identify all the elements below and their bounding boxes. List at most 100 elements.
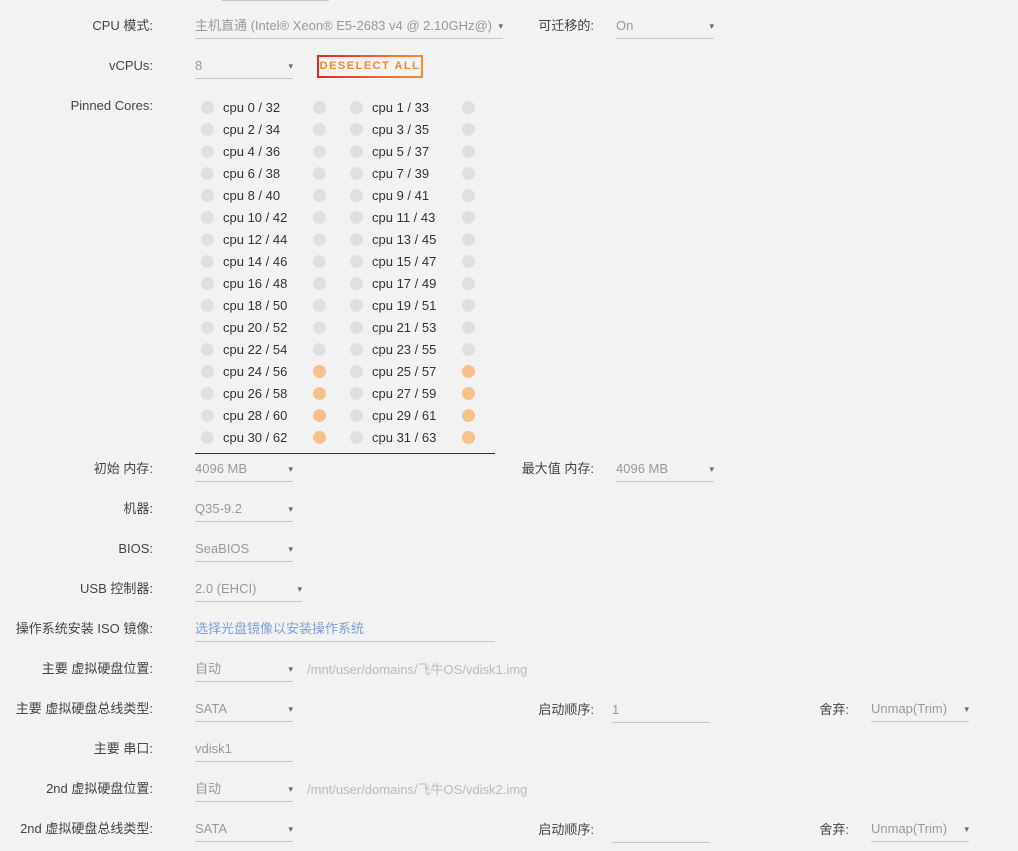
disk2-boot-input[interactable] bbox=[612, 819, 710, 843]
core-checkbox[interactable] bbox=[201, 189, 214, 202]
thread-checkbox[interactable] bbox=[462, 233, 475, 246]
thread-checkbox[interactable] bbox=[462, 431, 475, 444]
thread-checkbox[interactable] bbox=[462, 321, 475, 334]
core-label: cpu 14 / 46 bbox=[223, 254, 288, 269]
core-checkbox[interactable] bbox=[201, 365, 214, 378]
core-label: cpu 7 / 39 bbox=[372, 166, 430, 181]
core-checkbox[interactable] bbox=[350, 277, 363, 290]
disk2-location-label: 2nd 虚拟硬盘位置: bbox=[46, 781, 153, 796]
thread-checkbox[interactable] bbox=[462, 211, 475, 224]
core-checkbox[interactable] bbox=[350, 409, 363, 422]
disk2-bus-select[interactable]: SATA ▾ bbox=[195, 818, 293, 842]
cpu-mode-select[interactable]: 主机直通 (Intel® Xeon® E5-2683 v4 @ 2.10GHz@… bbox=[195, 15, 503, 39]
core-checkbox[interactable] bbox=[201, 277, 214, 290]
thread-checkbox[interactable] bbox=[462, 123, 475, 136]
core-checkbox[interactable] bbox=[201, 211, 214, 224]
disk2-discard-select[interactable]: Unmap(Trim) ▾ bbox=[871, 818, 969, 842]
init-mem-select[interactable]: 4096 MB ▾ bbox=[195, 458, 293, 482]
core-checkbox[interactable] bbox=[350, 321, 363, 334]
core-checkbox[interactable] bbox=[350, 343, 363, 356]
bios-select[interactable]: SeaBIOS ▾ bbox=[195, 538, 293, 562]
thread-checkbox[interactable] bbox=[462, 189, 475, 202]
max-mem-select[interactable]: 4096 MB ▾ bbox=[616, 458, 714, 482]
thread-checkbox[interactable] bbox=[313, 365, 326, 378]
thread-checkbox[interactable] bbox=[313, 145, 326, 158]
thread-checkbox[interactable] bbox=[462, 101, 475, 114]
deselect-all-button[interactable]: DESELECT ALL bbox=[317, 55, 423, 78]
thread-checkbox[interactable] bbox=[313, 189, 326, 202]
disk1-bus-select[interactable]: SATA ▾ bbox=[195, 698, 293, 722]
thread-checkbox[interactable] bbox=[462, 299, 475, 312]
disk2-location-select[interactable]: 自动 ▾ bbox=[195, 778, 293, 802]
thread-checkbox[interactable] bbox=[313, 387, 326, 400]
core-checkbox[interactable] bbox=[201, 233, 214, 246]
thread-checkbox[interactable] bbox=[313, 409, 326, 422]
core-checkbox[interactable] bbox=[350, 145, 363, 158]
core-checkbox[interactable] bbox=[201, 101, 214, 114]
core-checkbox[interactable] bbox=[350, 211, 363, 224]
core-label: cpu 26 / 58 bbox=[223, 386, 288, 401]
thread-checkbox[interactable] bbox=[313, 123, 326, 136]
core-label: cpu 3 / 35 bbox=[372, 122, 430, 137]
core-checkbox[interactable] bbox=[201, 299, 214, 312]
migratable-select[interactable]: On ▾ bbox=[616, 15, 714, 39]
thread-checkbox[interactable] bbox=[313, 277, 326, 290]
disk2-location-value: 自动 bbox=[195, 781, 222, 796]
thread-checkbox[interactable] bbox=[313, 321, 326, 334]
machine-select[interactable]: Q35-9.2 ▾ bbox=[195, 498, 293, 522]
core-checkbox[interactable] bbox=[201, 343, 214, 356]
core-label: cpu 27 / 59 bbox=[372, 386, 437, 401]
thread-checkbox[interactable] bbox=[462, 277, 475, 290]
core-checkbox[interactable] bbox=[350, 365, 363, 378]
core-checkbox[interactable] bbox=[350, 189, 363, 202]
thread-checkbox[interactable] bbox=[313, 343, 326, 356]
core-checkbox[interactable] bbox=[350, 233, 363, 246]
thread-checkbox[interactable] bbox=[313, 255, 326, 268]
disk1-location-label: 主要 虚拟硬盘位置: bbox=[41, 661, 153, 676]
thread-checkbox[interactable] bbox=[313, 233, 326, 246]
vcpus-select[interactable]: 8 ▾ bbox=[195, 55, 293, 79]
core-checkbox[interactable] bbox=[201, 145, 214, 158]
thread-checkbox[interactable] bbox=[313, 431, 326, 444]
thread-checkbox[interactable] bbox=[462, 365, 475, 378]
usb-select[interactable]: 2.0 (EHCI) ▾ bbox=[195, 578, 302, 602]
core-checkbox[interactable] bbox=[350, 167, 363, 180]
thread-checkbox[interactable] bbox=[313, 211, 326, 224]
core-checkbox[interactable] bbox=[350, 255, 363, 268]
disk2-discard-label: 舍弃: bbox=[819, 822, 849, 837]
thread-checkbox[interactable] bbox=[462, 255, 475, 268]
core-checkbox[interactable] bbox=[350, 123, 363, 136]
core-checkbox[interactable] bbox=[201, 387, 214, 400]
thread-checkbox[interactable] bbox=[313, 299, 326, 312]
core-label: cpu 6 / 38 bbox=[223, 166, 281, 181]
chevron-down-icon: ▾ bbox=[288, 464, 293, 474]
core-checkbox[interactable] bbox=[350, 387, 363, 400]
core-checkbox[interactable] bbox=[350, 299, 363, 312]
core-checkbox[interactable] bbox=[201, 123, 214, 136]
prev-field-underline bbox=[222, 0, 329, 1]
thread-checkbox[interactable] bbox=[462, 409, 475, 422]
thread-checkbox[interactable] bbox=[462, 167, 475, 180]
disk1-boot-input[interactable]: 1 bbox=[612, 699, 710, 723]
thread-checkbox[interactable] bbox=[313, 167, 326, 180]
thread-checkbox[interactable] bbox=[313, 101, 326, 114]
core-checkbox[interactable] bbox=[201, 321, 214, 334]
disk1-discard-select[interactable]: Unmap(Trim) ▾ bbox=[871, 698, 969, 722]
core-checkbox[interactable] bbox=[201, 431, 214, 444]
iso-input[interactable]: 选择光盘镜像以安装操作系统 bbox=[195, 618, 495, 642]
core-label: cpu 11 / 43 bbox=[372, 210, 436, 225]
thread-checkbox[interactable] bbox=[462, 387, 475, 400]
thread-checkbox[interactable] bbox=[462, 145, 475, 158]
thread-checkbox[interactable] bbox=[462, 343, 475, 356]
usb-label: USB 控制器: bbox=[80, 581, 153, 596]
disk1-location-select[interactable]: 自动 ▾ bbox=[195, 658, 293, 682]
core-checkbox[interactable] bbox=[350, 101, 363, 114]
disk1-serial-input[interactable]: vdisk1 bbox=[195, 738, 293, 762]
core-label: cpu 18 / 50 bbox=[223, 298, 288, 313]
init-mem-value: 4096 MB bbox=[195, 461, 248, 476]
core-checkbox[interactable] bbox=[201, 255, 214, 268]
core-checkbox[interactable] bbox=[350, 431, 363, 444]
core-label: cpu 19 / 51 bbox=[372, 298, 437, 313]
core-checkbox[interactable] bbox=[201, 409, 214, 422]
core-checkbox[interactable] bbox=[201, 167, 214, 180]
